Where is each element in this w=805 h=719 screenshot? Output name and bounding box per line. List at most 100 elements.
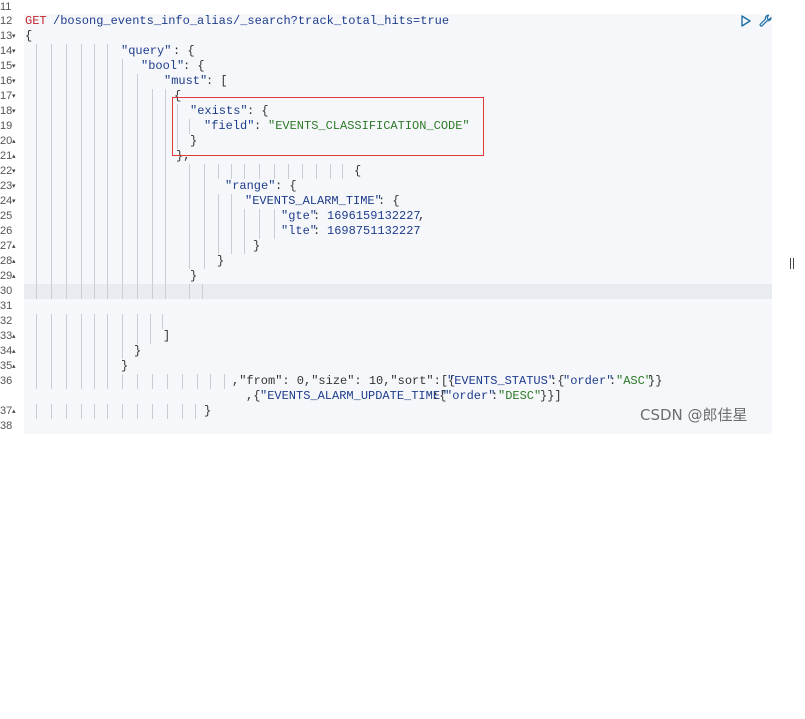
indent-guide xyxy=(152,149,153,164)
fold-arrow-icon[interactable]: ▾ xyxy=(12,164,16,179)
code-line: 35 ▴ } xyxy=(0,359,772,374)
code-content[interactable]: { xyxy=(24,164,772,179)
code-line: 12 GET /bosong_events_info_alias/_search… xyxy=(0,14,772,29)
panel-resize-handle[interactable] xyxy=(790,258,796,270)
code-line: 28 ▴ } xyxy=(0,254,772,269)
json-punct: } xyxy=(204,404,212,418)
indent-guide xyxy=(259,224,260,239)
code-line: 16 ▾ "must" : [ xyxy=(0,74,772,89)
indent-guide xyxy=(137,329,138,344)
fold-arrow-icon[interactable]: ▾ xyxy=(12,29,16,44)
code-content[interactable]: } xyxy=(24,269,772,284)
fold-arrow-icon[interactable]: ▴ xyxy=(12,134,16,149)
indent-guide xyxy=(150,314,151,329)
indent-guide xyxy=(51,209,52,224)
indent-guide xyxy=(51,254,52,269)
indent-guide xyxy=(204,224,205,239)
indent-guide xyxy=(81,149,82,164)
indent-guide xyxy=(165,269,166,284)
indent-guide xyxy=(137,74,138,89)
code-content[interactable] xyxy=(24,314,772,329)
fold-arrow-icon[interactable]: ▴ xyxy=(12,329,16,344)
indent-guide xyxy=(51,119,52,134)
code-content[interactable] xyxy=(24,299,772,314)
fold-arrow-icon[interactable]: ▴ xyxy=(12,404,16,419)
line-number: 30 xyxy=(0,285,13,297)
fold-arrow-icon[interactable]: ▾ xyxy=(12,89,16,104)
indent-guide xyxy=(36,254,37,269)
fold-arrow-icon[interactable]: ▾ xyxy=(12,44,16,59)
indent-guide xyxy=(197,374,198,389)
indent-guide xyxy=(66,149,67,164)
code-content[interactable]: "gte" : 1696159132227 , xyxy=(24,209,772,224)
indent-guide xyxy=(51,344,52,359)
code-content[interactable]: } xyxy=(24,359,772,374)
fold-arrow-icon[interactable]: ▾ xyxy=(12,194,16,209)
indent-guide xyxy=(152,194,153,209)
code-content[interactable]: { xyxy=(24,29,772,44)
fold-arrow-icon[interactable]: ▴ xyxy=(12,254,16,269)
code-editor[interactable]: 11 12 GET /bosong_events_info_alias/_sea… xyxy=(0,0,805,436)
fold-arrow-icon[interactable]: ▾ xyxy=(12,104,16,119)
code-content[interactable]: "query" : { xyxy=(24,44,772,59)
json-punct: : { xyxy=(173,44,195,58)
indent-guide xyxy=(122,209,123,224)
indent-guide xyxy=(189,164,190,179)
indent-guide xyxy=(152,284,153,299)
code-content[interactable] xyxy=(24,284,772,299)
fold-arrow-icon[interactable]: ▴ xyxy=(12,149,16,164)
indent-guide xyxy=(165,164,166,179)
play-triangle-icon[interactable] xyxy=(741,15,751,27)
indent-guide xyxy=(189,284,190,299)
indent-guide xyxy=(122,374,123,389)
json-key: "lte" xyxy=(281,224,318,238)
indent-guide xyxy=(165,239,166,254)
fold-arrow-icon[interactable]: ▴ xyxy=(12,269,16,284)
code-content[interactable]: ,"from": 0,"size": 10,"sort":[{ "EVENTS_… xyxy=(24,374,772,389)
request-line[interactable]: GET /bosong_events_info_alias/_search?tr… xyxy=(24,14,772,29)
indent-guide xyxy=(189,179,190,194)
fold-arrow-icon[interactable]: ▴ xyxy=(12,359,16,374)
json-key: "order" xyxy=(445,389,496,403)
indent-guide xyxy=(231,194,232,209)
fold-arrow-icon[interactable]: ▾ xyxy=(12,179,16,194)
indent-guide xyxy=(66,194,67,209)
indent-guide xyxy=(66,119,67,134)
code-content[interactable]: "EVENTS_ALARM_TIME" : { xyxy=(24,194,772,209)
code-content[interactable]: ,{ "EVENTS_ALARM_UPDATE_TIME" :{ "order"… xyxy=(24,389,772,404)
indent-guide xyxy=(244,209,245,224)
indent-guide xyxy=(122,119,123,134)
code-content[interactable]: } xyxy=(24,344,772,359)
code-content[interactable]: } xyxy=(24,254,772,269)
indent-guide xyxy=(66,374,67,389)
fold-arrow-icon[interactable]: ▴ xyxy=(12,239,16,254)
indent-guide xyxy=(122,164,123,179)
indent-guide xyxy=(81,239,82,254)
code-content[interactable]: } xyxy=(24,239,772,254)
line-number: 33 ▴ xyxy=(0,329,16,344)
code-content[interactable]: ] xyxy=(24,329,772,344)
indent-guide xyxy=(152,134,153,149)
indent-guide xyxy=(107,194,108,209)
code-content[interactable]: "lte" : 1698751132227 xyxy=(24,224,772,239)
line-number: 24 ▾ xyxy=(0,194,16,209)
fold-arrow-icon[interactable]: ▴ xyxy=(12,344,16,359)
code-content[interactable]: "range" : { xyxy=(24,179,772,194)
fold-arrow-icon[interactable]: ▾ xyxy=(12,74,16,89)
code-content[interactable]: "bool" : { xyxy=(24,59,772,74)
indent-guide xyxy=(107,359,108,374)
indent-guide xyxy=(51,404,52,419)
code-content[interactable]: "must" : [ xyxy=(24,74,772,89)
indent-guide xyxy=(137,404,138,419)
indent-guide xyxy=(81,89,82,104)
line-number: 35 ▴ xyxy=(0,359,16,374)
wrench-icon[interactable] xyxy=(759,14,773,28)
indent-guide xyxy=(152,374,153,389)
json-string: "ASC" xyxy=(616,374,653,388)
indent-guide xyxy=(122,89,123,104)
indent-guide xyxy=(204,194,205,209)
indent-guide xyxy=(107,104,108,119)
fold-arrow-icon[interactable]: ▾ xyxy=(12,59,16,74)
indent-guide xyxy=(137,209,138,224)
line-number: 37 ▴ xyxy=(0,404,16,419)
